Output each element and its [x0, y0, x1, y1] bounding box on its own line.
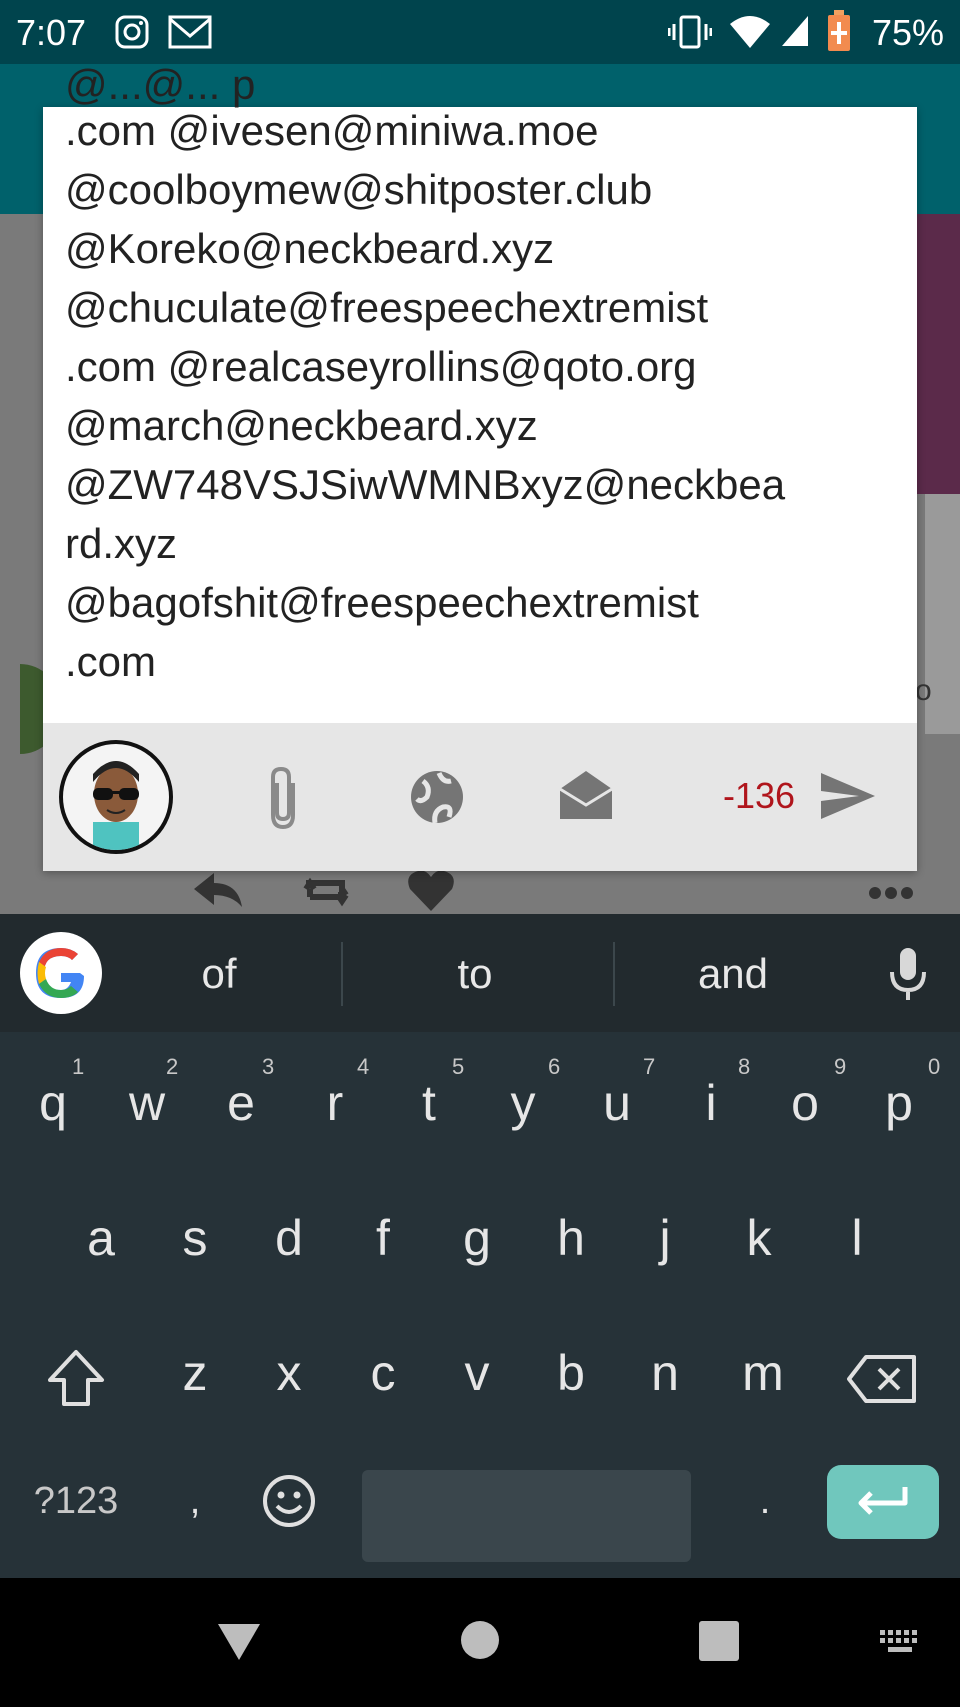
send-icon[interactable] [819, 771, 877, 821]
envelope-open-icon[interactable] [558, 769, 614, 821]
key-hint: 0 [928, 1054, 941, 1079]
key-k[interactable]: k [714, 1209, 804, 1267]
boost-icon[interactable] [296, 869, 356, 909]
character-counter: -136 [723, 775, 796, 816]
compose-toolbar: -136 [43, 723, 917, 871]
reply-icon[interactable] [190, 869, 246, 909]
key-hint: 8 [738, 1054, 751, 1079]
key-p[interactable]: p [854, 1074, 944, 1132]
key-hint: 6 [548, 1054, 561, 1079]
key-u[interactable]: u [572, 1074, 662, 1132]
compose-line: @chuculate@freespeechextremist [65, 284, 709, 331]
vibrate-icon [668, 15, 712, 49]
suggestion-word[interactable]: to [375, 950, 575, 998]
navigation-bar [0, 1578, 960, 1707]
attach-icon[interactable] [263, 765, 303, 831]
enter-icon [858, 1487, 908, 1515]
key-b[interactable]: b [526, 1344, 616, 1402]
key-s[interactable]: s [150, 1209, 240, 1267]
google-icon[interactable] [20, 932, 102, 1014]
key-f[interactable]: f [338, 1209, 428, 1267]
compose-line: @Koreko@neckbeard.xyz [65, 225, 555, 272]
suggestion-strip: of to and [0, 914, 960, 1032]
instagram-icon [115, 15, 149, 49]
key-v[interactable]: v [432, 1344, 522, 1402]
key-n[interactable]: n [620, 1344, 710, 1402]
avatar-illustration [93, 761, 139, 850]
key-j[interactable]: j [620, 1209, 710, 1267]
key-period[interactable]: . [720, 1480, 810, 1523]
suggestion-divider [613, 942, 615, 1006]
key-hint: 2 [166, 1054, 179, 1079]
status-time: 7:07 [16, 12, 87, 53]
status-bar: 7:07 75% [0, 0, 960, 64]
favorite-icon[interactable] [406, 869, 456, 913]
key-x[interactable]: x [244, 1344, 334, 1402]
battery-percent: 75% [871, 12, 944, 53]
key-comma[interactable]: , [150, 1480, 240, 1523]
compose-line: .com @ivesen@miniwa.moe [65, 107, 599, 154]
back-triangle-icon[interactable] [216, 1622, 262, 1662]
backspace-icon[interactable] [846, 1354, 918, 1404]
key-l[interactable]: l [812, 1209, 902, 1267]
key-r[interactable]: r [290, 1074, 380, 1132]
suggestion-word[interactable]: of [119, 950, 319, 998]
more-options-icon[interactable] [868, 886, 914, 900]
key-e[interactable]: e [196, 1074, 286, 1132]
key-d[interactable]: d [244, 1209, 334, 1267]
key-hint: 9 [834, 1054, 847, 1079]
compose-line: .com [65, 638, 157, 685]
globe-visibility-icon[interactable] [409, 769, 465, 825]
key-y[interactable]: y [478, 1074, 568, 1132]
compose-line: @coolboymew@shitposter.club [65, 166, 653, 213]
key-q[interactable]: q [8, 1074, 98, 1132]
key-a[interactable]: a [56, 1209, 146, 1267]
shift-icon[interactable] [46, 1348, 106, 1408]
compose-dialog: @...@... p .com @ivesen@miniwa.moe @cool… [43, 61, 917, 871]
keyboard-switch-icon[interactable] [878, 1628, 922, 1656]
account-avatar[interactable] [59, 740, 173, 854]
google-g-icon [36, 948, 84, 998]
wifi-icon [730, 16, 770, 48]
suggestion-word[interactable]: and [633, 950, 833, 998]
suggestion-divider [341, 942, 343, 1006]
symbols-key[interactable]: ?123 [26, 1480, 126, 1523]
key-t[interactable]: t [384, 1074, 474, 1132]
battery-charging-icon [828, 10, 850, 51]
key-hint: 1 [72, 1054, 85, 1079]
key-hint: 3 [262, 1054, 275, 1079]
key-g[interactable]: g [432, 1209, 522, 1267]
enter-key[interactable] [827, 1465, 939, 1539]
recents-square-icon[interactable] [698, 1620, 740, 1662]
compose-line: .com @realcaseyrollins@qoto.org [65, 343, 697, 390]
compose-line: @march@neckbeard.xyz [65, 402, 538, 449]
compose-line: rd.xyz [65, 520, 178, 567]
gmail-icon [168, 15, 212, 49]
compose-text-input[interactable]: .com @ivesen@miniwa.moe @coolboymew@shit… [65, 101, 905, 721]
emoji-icon[interactable] [262, 1474, 316, 1528]
signal-icon [782, 16, 808, 46]
key-hint: 7 [643, 1054, 656, 1079]
space-bar[interactable] [362, 1470, 691, 1562]
compose-line: @bagofshit@freespeechextremist [65, 579, 699, 626]
key-z[interactable]: z [150, 1344, 240, 1402]
key-hint: 5 [452, 1054, 465, 1079]
key-w[interactable]: w [102, 1074, 192, 1132]
keyboard: of to and q w e r t y u i o p 1 2 3 4 5 … [0, 914, 960, 1578]
key-hint: 4 [357, 1054, 370, 1079]
post-text-fragment: o [915, 674, 932, 707]
microphone-icon[interactable] [888, 946, 928, 1002]
key-o[interactable]: o [760, 1074, 850, 1132]
key-m[interactable]: m [718, 1344, 808, 1402]
home-circle-icon[interactable] [460, 1620, 500, 1660]
key-h[interactable]: h [526, 1209, 616, 1267]
compose-line: @ZW748VSJSiwWMNBxyz@neckbea [65, 461, 786, 508]
post-image [910, 214, 960, 494]
key-i[interactable]: i [666, 1074, 756, 1132]
key-c[interactable]: c [338, 1344, 428, 1402]
